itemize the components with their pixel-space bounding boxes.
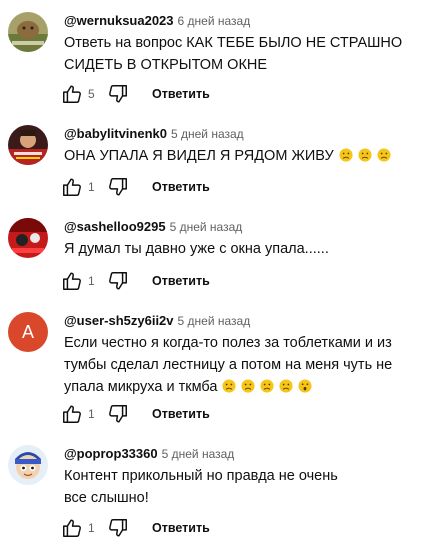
dislike-button[interactable] (106, 516, 130, 540)
thumb-up-icon (61, 270, 83, 292)
thumb-up-icon (61, 83, 83, 105)
sad-face-icon (241, 379, 255, 393)
comment-header: @babylitvinenk0 5 дней назад (64, 125, 244, 143)
comment-text-content: Ответь на вопрос КАК ТЕБЕ БЫЛО НЕ СТРАШН… (64, 35, 403, 73)
comment-actions: 5 Ответить (60, 82, 210, 106)
sad-face-icon (339, 148, 353, 162)
comment-author[interactable]: @sashelloo9295 (64, 219, 166, 234)
dislike-button[interactable] (106, 402, 130, 426)
comment-time[interactable]: 5 дней назад (162, 447, 235, 461)
comment-time[interactable]: 5 дней назад (178, 314, 251, 328)
comment-time[interactable]: 5 дней назад (171, 127, 244, 141)
reply-button[interactable]: Ответить (152, 180, 210, 194)
avatar[interactable] (8, 218, 48, 258)
reply-button[interactable]: Ответить (152, 274, 210, 288)
thumb-down-icon (107, 517, 129, 539)
comment-header: @sashelloo9295 5 дней назад (64, 218, 242, 236)
comment-text: Ответь на вопрос КАК ТЕБЕ БЫЛО НЕ СТРАШН… (64, 32, 414, 76)
comment-author[interactable]: @poprop33360 (64, 446, 158, 461)
avatar[interactable] (8, 125, 48, 165)
dislike-button[interactable] (106, 82, 130, 106)
avatar[interactable] (8, 445, 48, 485)
surprised-face-icon (298, 379, 312, 393)
comment-actions: 1 Ответить (60, 269, 210, 293)
comment-text: ОНА УПАЛА Я ВИДЕЛ Я РЯДОМ ЖИВУ (64, 145, 414, 167)
comment-time[interactable]: 5 дней назад (170, 220, 243, 234)
comment-text: Контент прикольный но правда не очень вс… (64, 465, 364, 509)
reply-button[interactable]: Ответить (152, 521, 210, 535)
comment-author[interactable]: @babylitvinenk0 (64, 126, 167, 141)
thumb-down-icon (107, 270, 129, 292)
comment-text-content: Я думал ты давно уже с окна упала...... (64, 241, 329, 257)
thumb-up-icon (61, 176, 83, 198)
comment-author[interactable]: @wernuksua2023 (64, 13, 174, 28)
like-button[interactable] (60, 175, 84, 199)
reply-button[interactable]: Ответить (152, 407, 210, 421)
like-count: 1 (88, 274, 95, 288)
comment-text: Я думал ты давно уже с окна упала...... (64, 238, 414, 260)
thumb-up-icon (61, 517, 83, 539)
dislike-button[interactable] (106, 175, 130, 199)
dislike-button[interactable] (106, 269, 130, 293)
thumb-down-icon (107, 403, 129, 425)
comment-text-content: Контент прикольный но правда не очень вс… (64, 468, 338, 506)
comment-actions: 1 Ответить (60, 175, 210, 199)
avatar[interactable] (8, 12, 48, 52)
like-count: 5 (88, 87, 95, 101)
thumb-up-icon (61, 403, 83, 425)
like-button[interactable] (60, 82, 84, 106)
sad-face-icon (279, 379, 293, 393)
comment-text-content: ОНА УПАЛА Я ВИДЕЛ Я РЯДОМ ЖИВУ (64, 148, 334, 164)
comment-header: @poprop33360 5 дней назад (64, 445, 234, 463)
comment-text: Если честно я когда-то полез за тоблетка… (64, 332, 404, 398)
comment-actions: 1 Ответить (60, 516, 210, 540)
avatar[interactable]: A (8, 312, 48, 352)
like-button[interactable] (60, 516, 84, 540)
sad-face-icon (358, 148, 372, 162)
comment-time[interactable]: 6 дней назад (178, 14, 251, 28)
thumb-down-icon (107, 176, 129, 198)
like-count: 1 (88, 180, 95, 194)
like-button[interactable] (60, 269, 84, 293)
reply-button[interactable]: Ответить (152, 87, 210, 101)
like-count: 1 (88, 407, 95, 421)
like-button[interactable] (60, 402, 84, 426)
avatar-letter: A (21, 321, 34, 342)
thumb-down-icon (107, 83, 129, 105)
comment-actions: 1 Ответить (60, 402, 210, 426)
sad-face-icon (222, 379, 236, 393)
sad-face-icon (377, 148, 391, 162)
sad-face-icon (260, 379, 274, 393)
comment-header: @wernuksua2023 6 дней назад (64, 12, 250, 30)
comment-header: @user-sh5zy6ii2v 5 дней назад (64, 312, 250, 330)
comment-author[interactable]: @user-sh5zy6ii2v (64, 313, 174, 328)
like-count: 1 (88, 521, 95, 535)
